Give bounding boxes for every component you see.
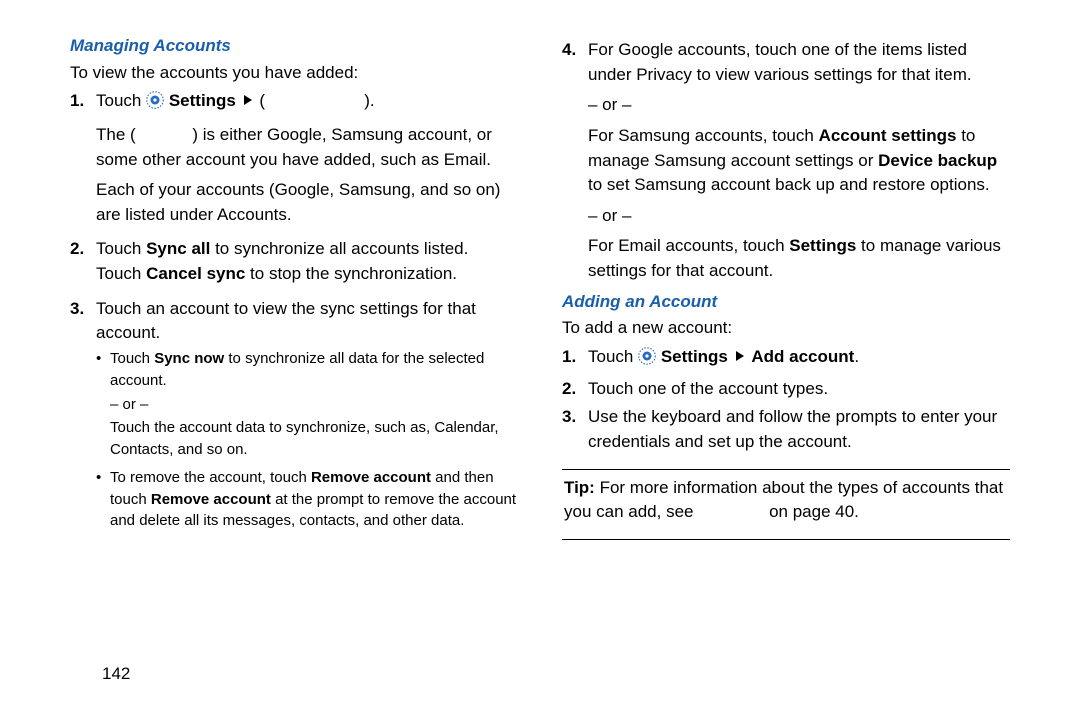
settings-label: Settings — [661, 347, 728, 366]
or-divider: – or – — [110, 394, 518, 416]
sync-all-label: Sync all — [146, 239, 210, 258]
remove-account-label: Remove account — [311, 469, 431, 486]
arrow-icon — [736, 351, 744, 361]
bullet-1: Touch Sync now to synchronize all data f… — [110, 348, 518, 461]
arrow-icon — [244, 95, 252, 105]
step-number: 2. — [562, 377, 576, 402]
bullet-2: To remove the account, touch Remove acco… — [110, 467, 518, 532]
account-settings-label: Account settings — [819, 126, 957, 145]
intro-text: To add a new account: — [562, 316, 1010, 341]
or-divider: – or – — [588, 93, 1010, 118]
step-1: 1. Touch Settings ( ). The ( ) is either… — [96, 89, 518, 227]
text: For Google accounts, touch one of the it… — [588, 40, 972, 84]
left-column: Managing Accounts To view the accounts y… — [48, 34, 540, 690]
bullet-list: Touch Sync now to synchronize all data f… — [96, 348, 518, 532]
text: Touch — [110, 350, 154, 367]
text-block: For Samsung accounts, touch Account sett… — [588, 124, 1010, 198]
text: Touch an account to view the sync settin… — [96, 299, 476, 343]
step-number: 2. — [70, 237, 84, 262]
right-column: 4. For Google accounts, touch one of the… — [540, 34, 1032, 690]
steps-list-cont: 4. For Google accounts, touch one of the… — [562, 38, 1010, 284]
text: The ( — [96, 125, 136, 144]
heading-managing-accounts: Managing Accounts — [70, 34, 518, 59]
settings-icon — [146, 91, 164, 117]
step-number: 1. — [70, 89, 84, 114]
text: Touch the account data to synchronize, s… — [110, 417, 518, 461]
cancel-sync-label: Cancel sync — [146, 264, 245, 283]
tip-rule-top — [562, 469, 1010, 470]
device-backup-label: Device backup — [878, 151, 997, 170]
text: For Email accounts, touch — [588, 236, 789, 255]
step-number: 3. — [70, 297, 84, 322]
add-account-steps: 1. Touch Settings Add account. 2. Touch … — [562, 345, 1010, 455]
text: Use the keyboard and follow the prompts … — [588, 407, 997, 451]
text: For Samsung accounts, touch — [588, 126, 819, 145]
remove-account-label-2: Remove account — [151, 491, 271, 508]
step-number: 3. — [562, 405, 576, 430]
text: Touch — [588, 347, 638, 366]
text: Touch — [96, 239, 146, 258]
step-3: 3. Touch an account to view the sync set… — [96, 297, 518, 532]
manual-page: Managing Accounts To view the accounts y… — [0, 0, 1080, 720]
text: Touch one of the account types. — [588, 379, 828, 398]
paren-open: ( — [259, 91, 265, 110]
step-number: 1. — [562, 345, 576, 370]
text: . — [854, 347, 859, 366]
step-4: 4. For Google accounts, touch one of the… — [588, 38, 1010, 284]
add-step-2: 2. Touch one of the account types. — [588, 377, 1010, 402]
paren-close: ). — [364, 91, 374, 110]
add-step-1: 1. Touch Settings Add account. — [588, 345, 1010, 373]
steps-list: 1. Touch Settings ( ). The ( ) is either… — [70, 89, 518, 532]
step-number: 4. — [562, 38, 576, 63]
settings-label: Settings — [169, 91, 236, 110]
add-step-3: 3. Use the keyboard and follow the promp… — [588, 405, 1010, 454]
text: to set Samsung account back up and resto… — [588, 175, 990, 194]
step1-p3: Each of your accounts (Google, Samsung, … — [96, 178, 518, 227]
settings-label: Settings — [789, 236, 856, 255]
text: Touch — [96, 91, 146, 110]
tip-block: Tip: For more information about the type… — [562, 476, 1010, 525]
tip-rule-bottom — [562, 539, 1010, 540]
or-divider: – or – — [588, 204, 1010, 229]
tip-body-post: on page 40. — [764, 502, 859, 521]
step1-p2: The ( ) is either Google, Samsung accoun… — [96, 123, 518, 172]
settings-icon — [638, 347, 656, 373]
sync-now-label: Sync now — [154, 350, 224, 367]
heading-adding-account: Adding an Account — [562, 290, 1010, 315]
text: to stop the synchronization. — [245, 264, 457, 283]
text: To remove the account, touch — [110, 469, 311, 486]
text: ) is either Google, Samsung account, or … — [96, 125, 492, 169]
step-2: 2. Touch Sync all to synchronize all acc… — [96, 237, 518, 286]
tip-label: Tip: — [564, 478, 595, 497]
intro-text: To view the accounts you have added: — [70, 61, 518, 86]
add-account-label: Add account — [751, 347, 854, 366]
text-block: For Email accounts, touch Settings to ma… — [588, 234, 1010, 283]
page-number: 142 — [102, 664, 130, 684]
